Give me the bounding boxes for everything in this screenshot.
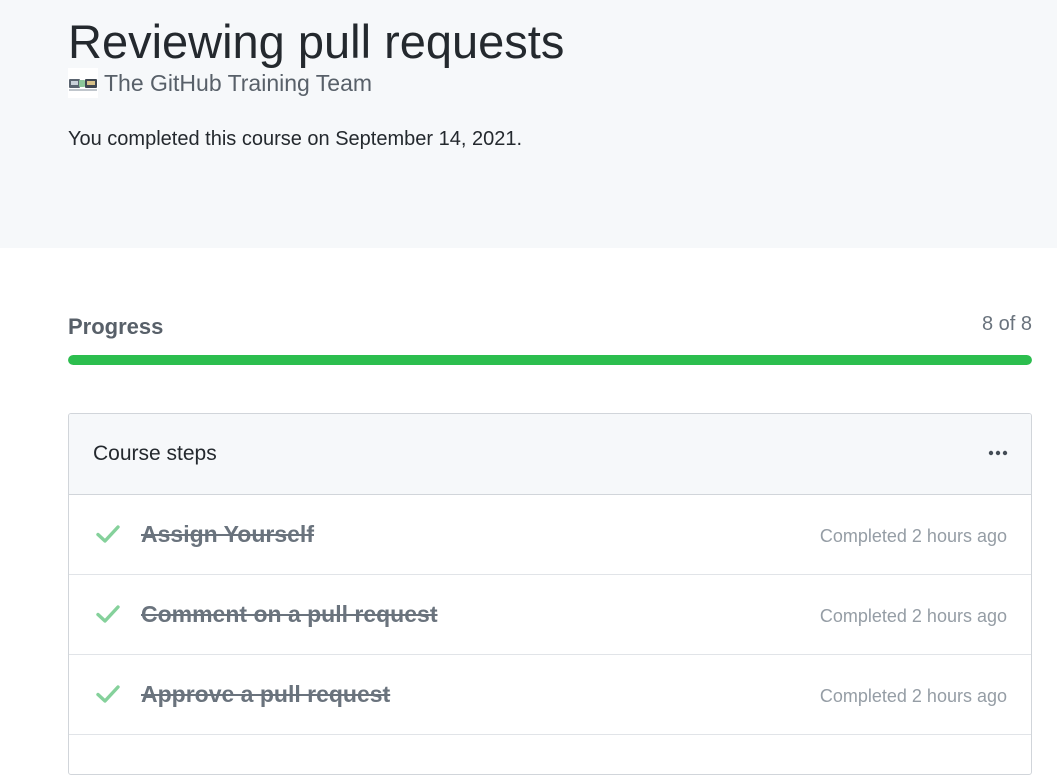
progress-label: Progress [68,314,164,339]
author-avatar [68,68,98,98]
kebab-horizontal-icon[interactable] [987,442,1009,464]
course-step-title[interactable]: Comment on a pull request [141,601,437,628]
completion-message: You completed this course on September 1… [68,128,523,150]
progress-bar [68,355,1032,365]
author-name: The GitHub Training Team [104,69,373,96]
course-step-status: Completed 2 hours ago [819,526,1007,546]
course-steps-panel: Course steps Assign Yourself Completed 2… [68,413,1032,775]
course-step-row: Approve a pull request Completed 2 hours… [69,655,1031,735]
course-steps-header: Course steps [69,414,1031,495]
course-author[interactable]: The GitHub Training Team [68,68,372,98]
course-step-status: Completed 2 hours ago [819,686,1007,706]
course-step-title[interactable]: Approve a pull request [141,681,390,708]
course-step-row: Comment on a pull request Completed 2 ho… [69,575,1031,655]
check-icon [96,525,120,543]
course-steps-title: Course steps [93,442,217,465]
course-step-title[interactable]: Assign Yourself [141,521,314,548]
check-icon [96,685,120,703]
course-step-status: Completed 2 hours ago [819,606,1007,626]
check-icon [96,605,120,623]
course-step-row: Assign Yourself Completed 2 hours ago [69,495,1031,575]
course-title: Reviewing pull requests [68,15,565,68]
course-hero: Reviewing pull requests The GitHub Train… [0,0,1057,248]
progress-count: 8 of 8 [981,313,1032,335]
progress-bar-fill [68,355,1032,365]
